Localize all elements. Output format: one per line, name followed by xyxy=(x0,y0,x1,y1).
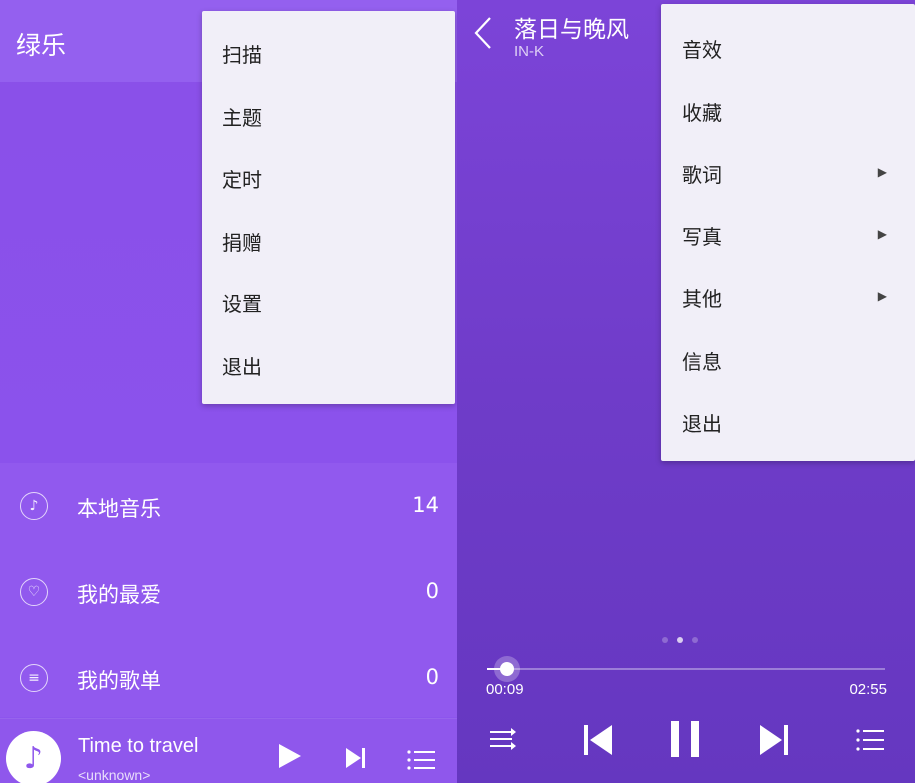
seek-bar-thumb[interactable] xyxy=(499,662,514,676)
player-overflow-menu: 音效 收藏 歌词 ▶ 写真 ▶ 其他 ▶ 信息 退出 xyxy=(661,4,915,461)
menu-item-sound-effects[interactable]: 音效 xyxy=(682,34,722,63)
queue-icon[interactable] xyxy=(407,749,435,775)
library-item-label: 本地音乐 xyxy=(77,497,161,521)
menu-item-favorite[interactable]: 收藏 xyxy=(682,97,722,126)
page-indicator xyxy=(662,637,698,643)
song-title: 落日与晚风 xyxy=(514,17,629,43)
next-icon[interactable] xyxy=(759,724,789,759)
shuffle-icon[interactable] xyxy=(489,727,517,754)
total-time: 02:55 xyxy=(849,681,887,698)
playlist-icon[interactable] xyxy=(856,729,884,754)
library-item-local-music[interactable]: ♪ 本地音乐 14 xyxy=(0,463,457,549)
pause-icon[interactable] xyxy=(670,720,702,761)
main-overflow-menu: 扫描 主题 定时 捐赠 设置 退出 xyxy=(202,11,455,404)
menu-item-photos[interactable]: 写真 xyxy=(682,221,722,250)
current-time: 00:09 xyxy=(486,681,524,698)
now-playing-screen: 落日与晚风 IN-K 音效 收藏 歌词 ▶ 写真 ▶ 其他 ▶ 信息 退出 00… xyxy=(457,0,915,783)
menu-item-exit[interactable]: 退出 xyxy=(222,351,262,380)
next-icon[interactable] xyxy=(345,747,367,774)
mini-player-title: Time to travel xyxy=(78,735,199,757)
song-artist: IN-K xyxy=(514,43,544,60)
back-icon[interactable] xyxy=(473,16,493,56)
library-item-count: 0 xyxy=(425,579,439,603)
heart-icon: ♡ xyxy=(20,578,48,606)
page-dot xyxy=(662,637,668,643)
menu-item-scan[interactable]: 扫描 xyxy=(222,39,262,68)
menu-item-settings[interactable]: 设置 xyxy=(222,288,262,317)
page-dot xyxy=(692,637,698,643)
play-icon[interactable] xyxy=(276,743,302,774)
app-title: 绿乐 xyxy=(16,31,67,60)
list-icon: ≡ xyxy=(20,664,48,692)
mini-player[interactable]: ♪ Time to travel <unknown> xyxy=(0,718,457,783)
previous-icon[interactable] xyxy=(583,724,613,759)
library-item-playlists[interactable]: ≡ 我的歌单 0 xyxy=(0,635,457,721)
menu-item-timer[interactable]: 定时 xyxy=(222,164,262,193)
library-list: ♪ 本地音乐 14 ♡ 我的最爱 0 ≡ 我的歌单 0 xyxy=(0,463,457,717)
album-art-music-note-icon[interactable]: ♪ xyxy=(6,731,61,783)
menu-item-other[interactable]: 其他 xyxy=(682,283,722,312)
menu-item-lyrics[interactable]: 歌词 xyxy=(682,159,722,188)
main-screen: 绿乐 ♪ 本地音乐 14 ♡ 我的最爱 0 ≡ 我的歌单 0 ♪ Time to… xyxy=(0,0,457,783)
seek-bar[interactable] xyxy=(487,662,885,676)
menu-item-donate[interactable]: 捐赠 xyxy=(222,227,262,256)
page-dot-active xyxy=(677,637,683,643)
music-note-icon: ♪ xyxy=(20,492,48,520)
menu-item-info[interactable]: 信息 xyxy=(682,346,722,375)
library-item-favorites[interactable]: ♡ 我的最爱 0 xyxy=(0,549,457,635)
submenu-arrow-icon: ▶ xyxy=(877,165,887,179)
library-item-label: 我的歌单 xyxy=(77,669,161,693)
submenu-arrow-icon: ▶ xyxy=(877,289,887,303)
library-item-label: 我的最爱 xyxy=(77,583,161,607)
library-item-count: 14 xyxy=(412,493,439,517)
menu-item-exit[interactable]: 退出 xyxy=(682,408,722,437)
menu-item-theme[interactable]: 主题 xyxy=(222,102,262,131)
mini-player-artist: <unknown> xyxy=(78,767,151,783)
submenu-arrow-icon: ▶ xyxy=(877,227,887,241)
library-item-count: 0 xyxy=(425,665,439,689)
